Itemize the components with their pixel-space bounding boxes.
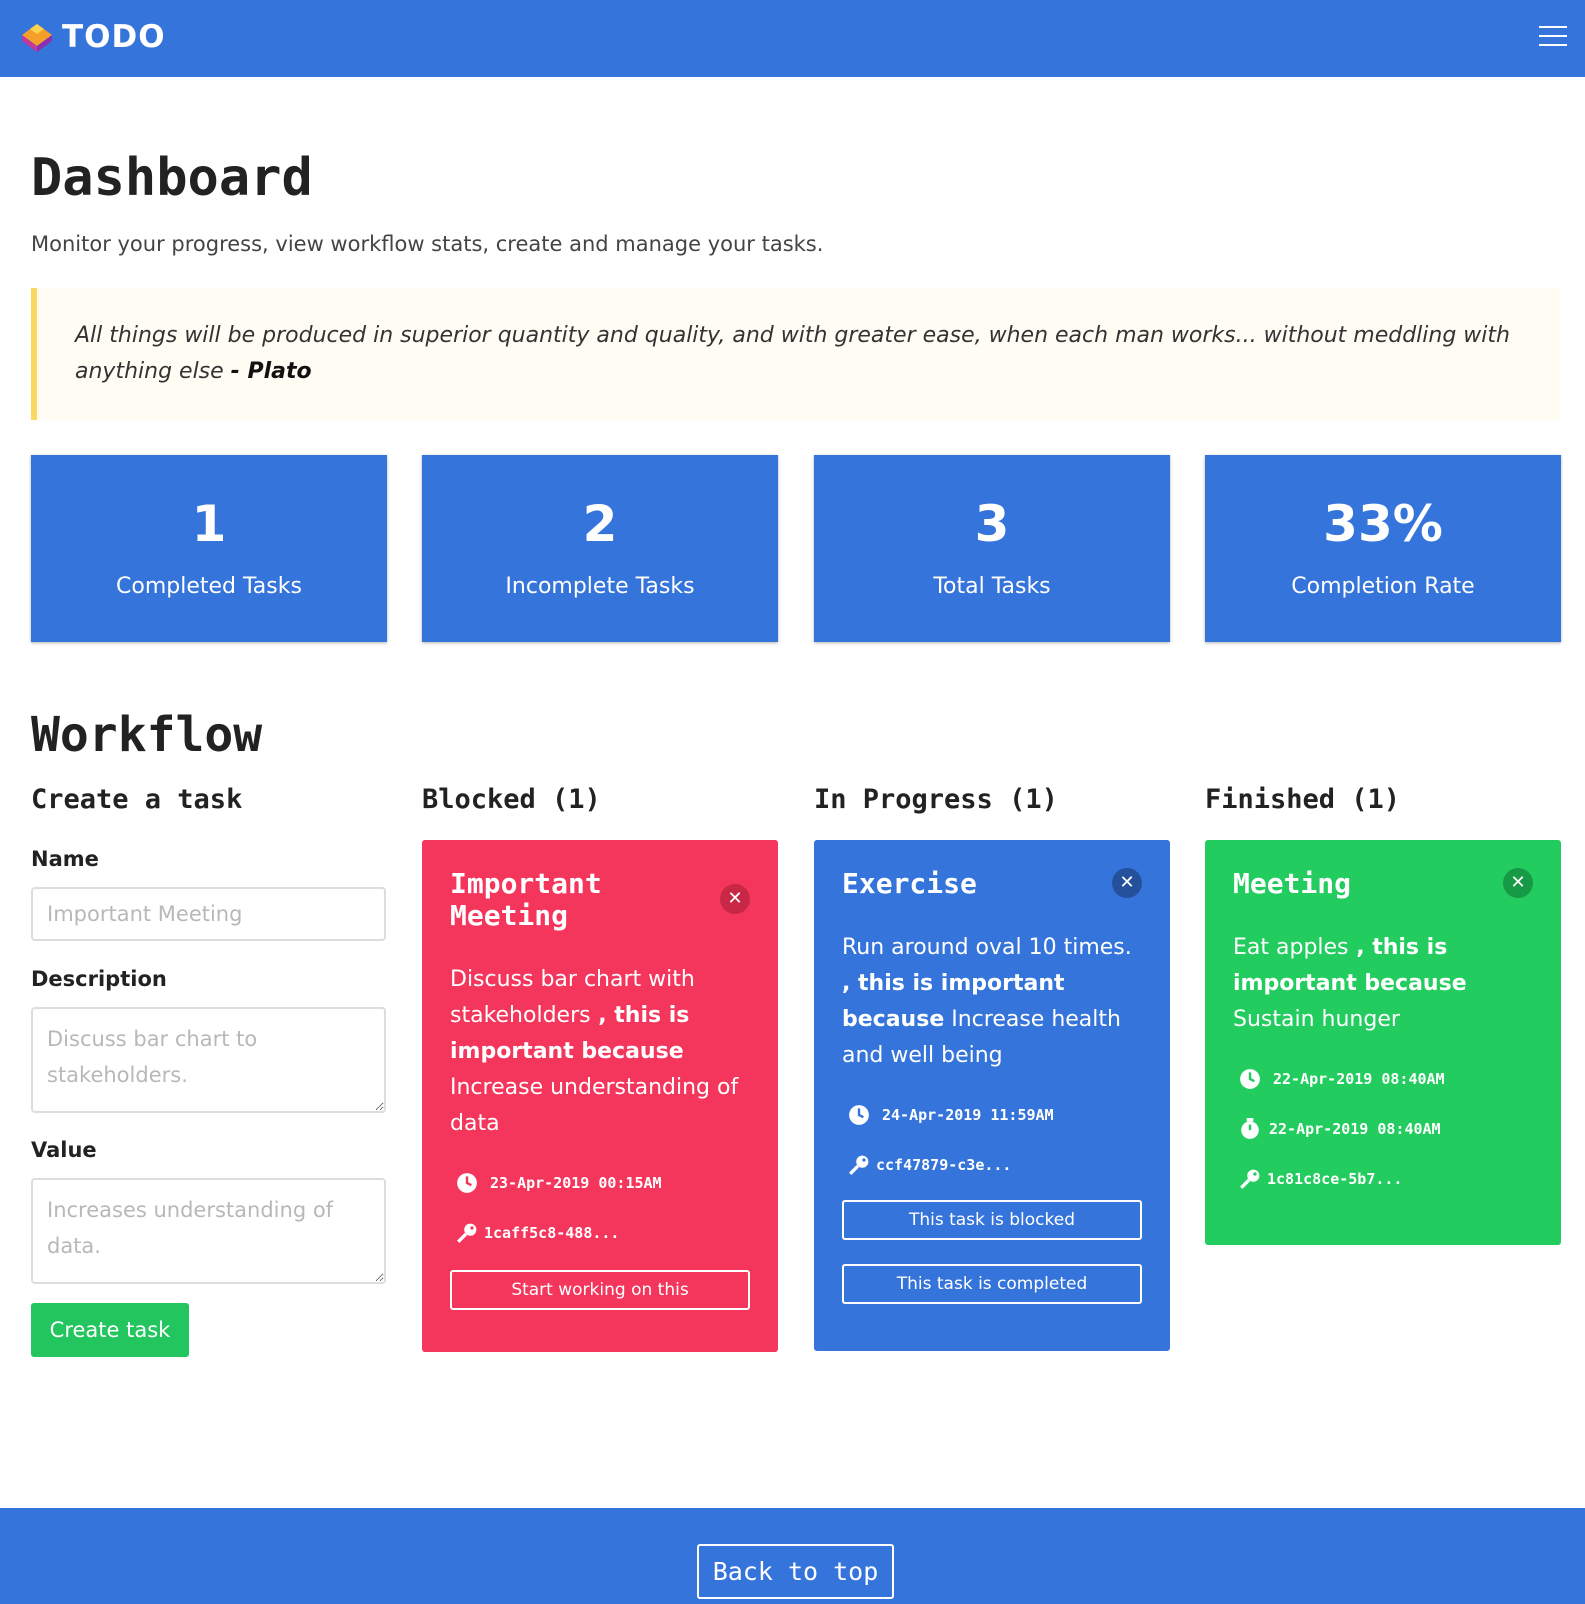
task-card-blocked: Important Meeting ✕ Discuss bar chart wi…	[422, 840, 778, 1352]
close-icon[interactable]: ✕	[720, 884, 750, 914]
task-id-row: ccf47879-c3e...	[842, 1154, 1142, 1176]
task-title: Meeting	[1233, 867, 1352, 900]
task-id-row: 1caff5c8-488...	[450, 1222, 750, 1244]
task-date: 23-Apr-2019 00:15AM	[490, 1174, 662, 1192]
key-icon	[849, 1155, 869, 1175]
task-finished-date: 22-Apr-2019 08:40AM	[1269, 1120, 1441, 1138]
task-value-text: Sustain hunger	[1233, 1007, 1400, 1032]
value-label: Value	[31, 1138, 97, 1162]
task-id: ccf47879-c3e...	[876, 1156, 1012, 1174]
todo-logo-icon	[22, 24, 52, 52]
stat-value: 33%	[1323, 495, 1443, 553]
stopwatch-icon	[1241, 1118, 1259, 1139]
workflow-title: Workflow	[31, 707, 263, 763]
task-description: Run around oval 10 times. , this is impo…	[842, 930, 1142, 1074]
finished-column-title: Finished (1)	[1205, 784, 1401, 815]
stat-total-tasks: 3 Total Tasks	[814, 455, 1170, 642]
task-card-finished: Meeting ✕ Eat apples , this is important…	[1205, 840, 1561, 1245]
task-id-row: 1c81c8ce-5b7...	[1233, 1168, 1533, 1190]
page-subtitle: Monitor your progress, view workflow sta…	[31, 232, 824, 256]
task-title: Important Meeting	[450, 867, 602, 932]
stat-label: Incomplete Tasks	[505, 574, 695, 599]
task-title: Exercise	[842, 867, 977, 900]
description-label: Description	[31, 967, 167, 991]
start-working-button[interactable]: Start working on this	[450, 1270, 750, 1310]
close-icon[interactable]: ✕	[1112, 868, 1142, 898]
task-date: 22-Apr-2019 08:40AM	[1273, 1070, 1445, 1088]
quote-author: - Plato	[230, 359, 312, 384]
stat-completion-rate: 33% Completion Rate	[1205, 455, 1561, 642]
stat-completed-tasks: 1 Completed Tasks	[31, 455, 387, 642]
key-icon	[457, 1223, 477, 1243]
value-textarea[interactable]	[31, 1178, 386, 1284]
task-id: 1c81c8ce-5b7...	[1267, 1170, 1403, 1188]
back-to-top-button[interactable]: Back to top	[697, 1544, 894, 1599]
in-progress-column-title: In Progress (1)	[814, 784, 1058, 815]
name-label: Name	[31, 847, 99, 871]
task-value-text: Increase understanding of data	[450, 1075, 739, 1136]
description-textarea[interactable]	[31, 1007, 386, 1113]
close-icon[interactable]: ✕	[1503, 868, 1533, 898]
task-finished-row: 22-Apr-2019 08:40AM	[1233, 1118, 1533, 1140]
task-date-row: 24-Apr-2019 11:59AM	[842, 1104, 1142, 1126]
mark-completed-button[interactable]: This task is completed	[842, 1264, 1142, 1304]
stat-value: 1	[191, 495, 227, 553]
clock-icon	[849, 1105, 869, 1125]
task-description: Discuss bar chart with stakeholders , th…	[450, 962, 750, 1142]
task-card-in-progress: Exercise ✕ Run around oval 10 times. , t…	[814, 840, 1170, 1351]
name-input[interactable]	[31, 887, 386, 941]
task-date: 24-Apr-2019 11:59AM	[882, 1106, 1054, 1124]
task-id: 1caff5c8-488...	[484, 1224, 620, 1242]
stat-incomplete-tasks: 2 Incomplete Tasks	[422, 455, 778, 642]
mark-blocked-button[interactable]: This task is blocked	[842, 1200, 1142, 1240]
quote-block: All things will be produced in superior …	[31, 288, 1560, 420]
stat-label: Completed Tasks	[116, 574, 302, 599]
task-date-row: 22-Apr-2019 08:40AM	[1233, 1068, 1533, 1090]
key-icon	[1240, 1169, 1260, 1189]
clock-icon	[457, 1173, 477, 1193]
stat-value: 3	[974, 495, 1010, 553]
stat-label: Total Tasks	[933, 574, 1051, 599]
brand[interactable]: TODO	[18, 18, 166, 56]
page-title: Dashboard	[31, 148, 313, 208]
task-desc-text: Run around oval 10 times.	[842, 935, 1132, 960]
create-task-title: Create a task	[31, 784, 243, 815]
create-task-button[interactable]: Create task	[31, 1303, 189, 1357]
clock-icon	[1240, 1069, 1260, 1089]
brand-title: TODO	[62, 19, 166, 55]
stat-value: 2	[582, 495, 618, 553]
task-date-row: 23-Apr-2019 00:15AM	[450, 1172, 750, 1194]
task-desc-text: Eat apples	[1233, 935, 1349, 960]
hamburger-menu-icon[interactable]	[1539, 26, 1567, 48]
task-description: Eat apples , this is important because S…	[1233, 930, 1533, 1038]
blocked-column-title: Blocked (1)	[422, 784, 601, 815]
stat-label: Completion Rate	[1291, 574, 1475, 599]
navbar: TODO	[0, 0, 1585, 77]
